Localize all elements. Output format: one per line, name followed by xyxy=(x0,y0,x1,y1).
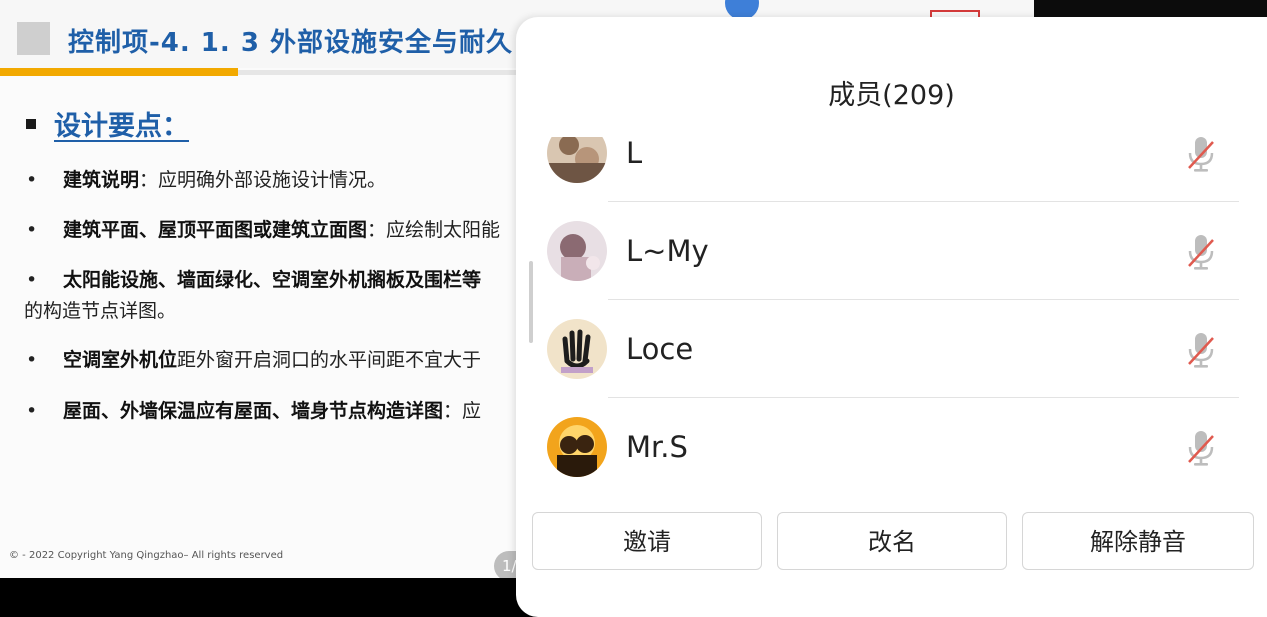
bullet-point: • 空调室外机位距外窗开启洞口的水平间距不宜大于 xyxy=(26,345,481,372)
invite-button[interactable]: 邀请 xyxy=(532,512,762,570)
mic-muted-icon xyxy=(1186,330,1216,370)
point-bold: 建筑平面、屋顶平面图或建筑立面图 xyxy=(63,219,368,241)
member-row[interactable]: Mr.S xyxy=(516,398,1267,496)
point-text: 距外窗开启洞口的水平间距不宜大于 xyxy=(177,349,482,371)
silhouette-avatar-icon xyxy=(547,417,607,477)
mic-muted-icon xyxy=(1186,137,1216,174)
point-continuation: 的构造节点详图。 xyxy=(24,300,177,322)
panel-title: 成员(209) xyxy=(828,80,955,111)
section-title: 设计要点： xyxy=(54,111,189,142)
bullet-dot-icon: • xyxy=(26,349,38,371)
member-list[interactable]: L L~My Loce Mr.S xyxy=(516,137,1267,507)
member-row[interactable]: L xyxy=(516,137,1267,202)
bullet-point: • 屋面、外墙保温应有屋面、墙身节点构造详图：应 xyxy=(26,396,481,423)
point-bold: 屋面、外墙保温应有屋面、墙身节点构造详图 xyxy=(63,400,444,422)
member-row[interactable]: L~My xyxy=(516,202,1267,300)
slide-title: 控制项-4. 1. 3 外部设施安全与耐久 xyxy=(68,28,513,58)
bullet-dot-icon: • xyxy=(26,169,38,191)
bullet-dot-icon: • xyxy=(26,400,38,422)
member-row[interactable]: Loce xyxy=(516,300,1267,398)
point-text: ：应 xyxy=(443,400,482,422)
top-toolbar xyxy=(1034,0,1267,17)
bullet-point: • 太阳能设施、墙面绿化、空调室外机搁板及围栏等 xyxy=(26,265,481,292)
handprint-avatar-icon xyxy=(547,319,607,379)
member-name: L xyxy=(626,137,643,170)
section-heading: 设计要点： xyxy=(26,104,189,143)
title-rule xyxy=(0,68,238,76)
point-bold: 空调室外机位 xyxy=(63,349,178,371)
point-bold: 建筑说明 xyxy=(63,169,140,191)
mic-muted-icon xyxy=(1186,232,1216,272)
bullet-point: • 建筑平面、屋顶平面图或建筑立面图：应绘制太阳能 xyxy=(26,215,500,242)
member-name: Loce xyxy=(626,332,694,366)
member-name: Mr.S xyxy=(626,430,688,464)
bullet-dot-icon: • xyxy=(26,219,38,241)
point-bold: 太阳能设施、墙面绿化、空调室外机搁板及围栏等 xyxy=(63,269,482,291)
photo-avatar-icon xyxy=(547,137,607,183)
point-text: ：应明确外部设施设计情况。 xyxy=(139,169,387,191)
copyright-footer: © - 2022 Copyright Yang Qingzhao– All ri… xyxy=(9,550,284,561)
title-marker xyxy=(17,22,50,55)
bullet-point: • 建筑说明：应明确外部设施设计情况。 xyxy=(26,165,386,192)
square-bullet-icon xyxy=(26,118,36,129)
mic-muted-icon xyxy=(1186,428,1216,468)
unmute-button[interactable]: 解除静音 xyxy=(1022,512,1254,570)
rename-button[interactable]: 改名 xyxy=(777,512,1007,570)
point-text: ：应绘制太阳能 xyxy=(367,219,501,241)
members-panel: 成员(209) L L~My Loce Mr.S 邀请 改名 解除静音 xyxy=(516,17,1267,617)
bullet-dot-icon: • xyxy=(26,269,38,291)
photo-avatar-icon xyxy=(547,221,607,281)
member-name: L~My xyxy=(626,234,709,268)
